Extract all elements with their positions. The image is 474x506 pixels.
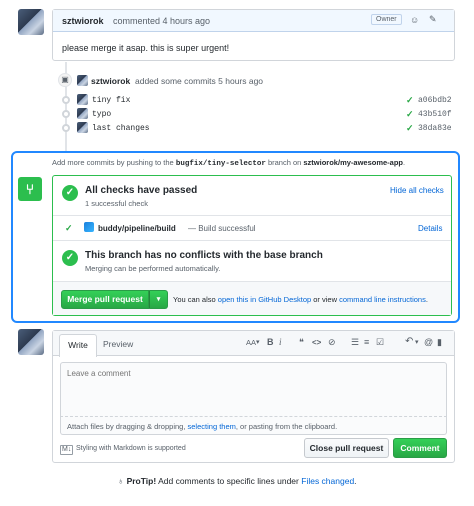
tab-preview[interactable]: Preview (103, 339, 133, 349)
commit-dot (62, 110, 70, 118)
reply-icon[interactable]: ↶ (405, 336, 413, 347)
avatar[interactable] (77, 108, 88, 119)
check-status: — Build successful (188, 224, 256, 233)
merge-box: ✓ All checks have passed 1 successful ch… (52, 175, 452, 316)
attach-files-bar[interactable]: Attach files by dragging & dropping, sel… (60, 417, 447, 435)
protip-label: ProTip! (126, 476, 157, 486)
mention-icon[interactable]: @ (424, 337, 433, 347)
avatar[interactable] (77, 94, 88, 105)
files-changed-link[interactable]: Files changed (301, 476, 354, 486)
protip: ♁ ProTip! Add comments to specific lines… (117, 476, 357, 486)
avatar[interactable] (18, 9, 44, 35)
divider (53, 240, 451, 241)
commit-dot (62, 124, 70, 132)
quote-icon[interactable]: ❝ (299, 337, 304, 348)
commit-sha[interactable]: a06bdb2 (418, 96, 452, 105)
commit-message[interactable]: tiny fix (92, 96, 130, 105)
divider (53, 215, 451, 216)
checks-passed-icon: ✓ (62, 185, 78, 201)
commit-event-icon: ▣ (58, 73, 72, 87)
check-icon: ✓ (65, 223, 73, 233)
caret-down-icon[interactable]: ▾ (256, 338, 260, 346)
caret-down-icon: ▾ (156, 296, 161, 303)
bold-icon[interactable]: B (267, 337, 274, 347)
check-icon: ✓ (406, 123, 414, 133)
owner-badge: Owner (371, 14, 402, 25)
checks-title: All checks have passed (85, 185, 198, 196)
command-line-link[interactable]: command line instructions (339, 295, 426, 304)
merge-pull-request-button[interactable]: Merge pull request (61, 290, 149, 309)
no-conflicts-icon: ✓ (62, 250, 78, 266)
checks-subtitle: 1 successful check (85, 199, 148, 208)
unordered-list-icon[interactable]: ☰ (351, 337, 359, 348)
avatar[interactable] (77, 122, 88, 133)
hide-checks-link[interactable]: Hide all checks (390, 186, 444, 195)
conflict-subtitle: Merging can be performed automatically. (85, 264, 221, 273)
tab-write[interactable]: Write (59, 334, 97, 357)
bookmark-icon[interactable]: ▮ (437, 337, 442, 348)
merge-options-dropdown[interactable]: ▾ (149, 290, 168, 309)
comment-body: please merge it asap. this is super urge… (62, 43, 230, 53)
merge-status-icon: ⑂ (18, 177, 42, 201)
comment-author[interactable]: sztwiorok (62, 16, 104, 26)
merge-footer: Merge pull request ▾ You can also open t… (53, 281, 451, 315)
italic-icon[interactable]: i (279, 337, 282, 347)
avatar[interactable] (77, 75, 88, 86)
heading-icon[interactable]: AA (246, 338, 256, 347)
comment-textarea[interactable] (60, 362, 447, 417)
select-files-link[interactable]: selecting them (188, 422, 236, 431)
check-icon: ✓ (406, 109, 414, 119)
markdown-note[interactable]: Styling with Markdown is supported (76, 445, 186, 452)
event-author[interactable]: sztwiorok (91, 76, 130, 86)
repo-name[interactable]: sztwiorok/my-awesome-app (303, 158, 403, 167)
comment-timestamp: commented 4 hours ago (113, 16, 211, 26)
check-icon: ✓ (406, 95, 414, 105)
markdown-icon: M↓ (60, 445, 74, 455)
commit-dot (62, 96, 70, 104)
task-list-icon[interactable]: ☑ (376, 337, 384, 348)
commit-message[interactable]: typo (92, 110, 111, 119)
open-desktop-link[interactable]: open this in GitHub Desktop (218, 295, 311, 304)
event-action: added some commits 5 hours ago (135, 76, 264, 86)
comment-header: sztwiorok commented 4 hours ago Owner ☺ … (53, 10, 454, 32)
alt-merge-options: You can also open this in GitHub Desktop… (173, 295, 428, 304)
avatar[interactable] (18, 329, 44, 355)
details-link[interactable]: Details (418, 224, 442, 233)
comment-box: sztwiorok commented 4 hours ago Owner ☺ … (52, 9, 455, 61)
ordered-list-icon[interactable]: ≡ (364, 337, 369, 347)
light-bulb-icon: ♁ (117, 476, 125, 486)
commit-message[interactable]: last changes (92, 124, 150, 133)
merge-hint: Add more commits by pushing to the bugfi… (52, 158, 406, 168)
close-pull-request-button[interactable]: Close pull request (304, 438, 389, 458)
comment-button[interactable]: Comment (393, 438, 447, 458)
edit-pencil-icon[interactable]: ✎ (429, 14, 437, 25)
conflict-title: This branch has no conflicts with the ba… (85, 250, 323, 261)
protip-text: Add comments to specific lines under (158, 476, 299, 486)
head-branch[interactable]: bugfix/tiny-selector (176, 160, 266, 168)
add-reaction-icon[interactable]: ☺ (410, 15, 419, 25)
check-name: buddy/pipeline/build (98, 224, 176, 233)
link-icon[interactable]: ⊘ (328, 337, 336, 348)
code-icon[interactable]: <> (312, 338, 321, 347)
buddy-logo-icon (84, 222, 94, 232)
commit-sha[interactable]: 43b510f (418, 110, 452, 119)
commit-sha[interactable]: 38da83e (418, 124, 452, 133)
caret-down-icon[interactable]: ▾ (415, 338, 419, 346)
new-comment-box: Write Preview AA ▾ B i ❝ <> ⊘ ☰ ≡ ☑ ↶ ▾ … (52, 330, 455, 463)
